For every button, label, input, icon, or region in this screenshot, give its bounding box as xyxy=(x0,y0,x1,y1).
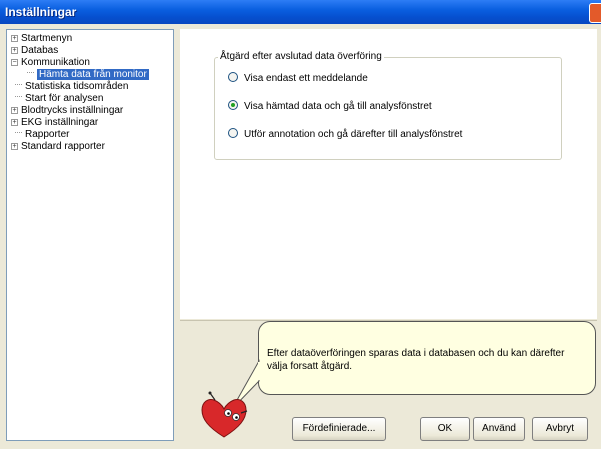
tree-connector xyxy=(15,96,22,98)
cancel-button[interactable]: Avbryt xyxy=(532,417,588,441)
tree-item-rapporter[interactable]: Rapporter xyxy=(15,129,69,141)
dialog-client: + Startmenyn + Databas − Kommunikation Hämt… xyxy=(4,24,597,446)
tree-connector xyxy=(27,72,34,74)
option-label: Visa endast ett meddelande xyxy=(244,73,368,84)
tree-item-label: Startmenyn xyxy=(21,33,73,44)
expand-icon[interactable]: + xyxy=(11,143,18,150)
help-bubble: Efter dataöverföringen sparas data i dat… xyxy=(258,321,596,395)
option-annotation-analysis[interactable]: Utför annotation och gå därefter till an… xyxy=(228,128,462,142)
settings-tree[interactable]: + Startmenyn + Databas − Kommunikation Hämt… xyxy=(6,29,174,441)
tree-item-blodtryck[interactable]: + Blodtrycks inställningar xyxy=(11,105,123,117)
close-button[interactable] xyxy=(589,3,601,23)
tree-item-label: Statistiska tidsområden xyxy=(25,81,129,92)
option-show-data-analysis[interactable]: Visa hämtad data och gå till analysfönst… xyxy=(228,100,432,114)
heart-mascot-icon xyxy=(201,391,248,438)
tree-item-startmenyn[interactable]: + Startmenyn xyxy=(11,33,72,45)
option-show-message[interactable]: Visa endast ett meddelande xyxy=(228,72,368,86)
tree-item-label: Start för analysen xyxy=(25,93,104,104)
radio-button[interactable] xyxy=(228,128,238,138)
settings-panel: Åtgärd efter avslutad data överföring Vi… xyxy=(180,29,597,319)
tree-item-standard-rapporter[interactable]: + Standard rapporter xyxy=(11,141,105,153)
tree-item-label: Kommunikation xyxy=(21,57,90,68)
predefined-button[interactable]: Fördefinierade... xyxy=(292,417,386,441)
expand-icon[interactable]: + xyxy=(11,107,18,114)
transfer-action-group: Åtgärd efter avslutad data överföring Vi… xyxy=(214,51,562,160)
tree-item-start-analysen[interactable]: Start för analysen xyxy=(15,93,103,105)
tree-item-label: Rapporter xyxy=(25,129,70,140)
tree-item-databas[interactable]: + Databas xyxy=(11,45,58,57)
tree-item-label: Databas xyxy=(21,45,59,56)
collapse-icon[interactable]: − xyxy=(11,59,18,66)
tree-item-ekg[interactable]: + EKG inställningar xyxy=(11,117,98,129)
ok-button[interactable]: OK xyxy=(420,417,470,441)
expand-icon[interactable]: + xyxy=(11,35,18,42)
expand-icon[interactable]: + xyxy=(11,119,18,126)
radio-button[interactable] xyxy=(228,72,238,82)
tree-item-label: EKG inställningar xyxy=(21,117,99,128)
tree-item-label: Hämta data från monitor xyxy=(37,69,149,80)
help-text: Efter dataöverföringen sparas data i dat… xyxy=(267,348,565,372)
title-bar[interactable]: Inställningar xyxy=(0,0,601,24)
tree-connector xyxy=(15,132,22,134)
option-label: Utför annotation och gå därefter till an… xyxy=(244,129,463,140)
tree-connector xyxy=(15,84,22,86)
tree-item-statistiska[interactable]: Statistiska tidsområden xyxy=(15,81,128,93)
tree-item-label: Standard rapporter xyxy=(21,141,105,152)
window-title: Inställningar xyxy=(5,5,77,19)
apply-button[interactable]: Använd xyxy=(473,417,525,441)
help-footer: Efter dataöverföringen sparas data i dat… xyxy=(180,320,597,446)
tree-item-kommunikation[interactable]: − Kommunikation xyxy=(11,57,90,69)
radio-button-selected[interactable] xyxy=(228,100,238,110)
group-legend: Åtgärd efter avslutad data överföring xyxy=(218,51,384,62)
expand-icon[interactable]: + xyxy=(11,47,18,54)
option-label: Visa hämtad data och gå till analysfönst… xyxy=(244,101,432,112)
tree-item-label: Blodtrycks inställningar xyxy=(21,105,124,116)
tree-item-hamta-data[interactable]: Hämta data från monitor xyxy=(27,69,149,81)
